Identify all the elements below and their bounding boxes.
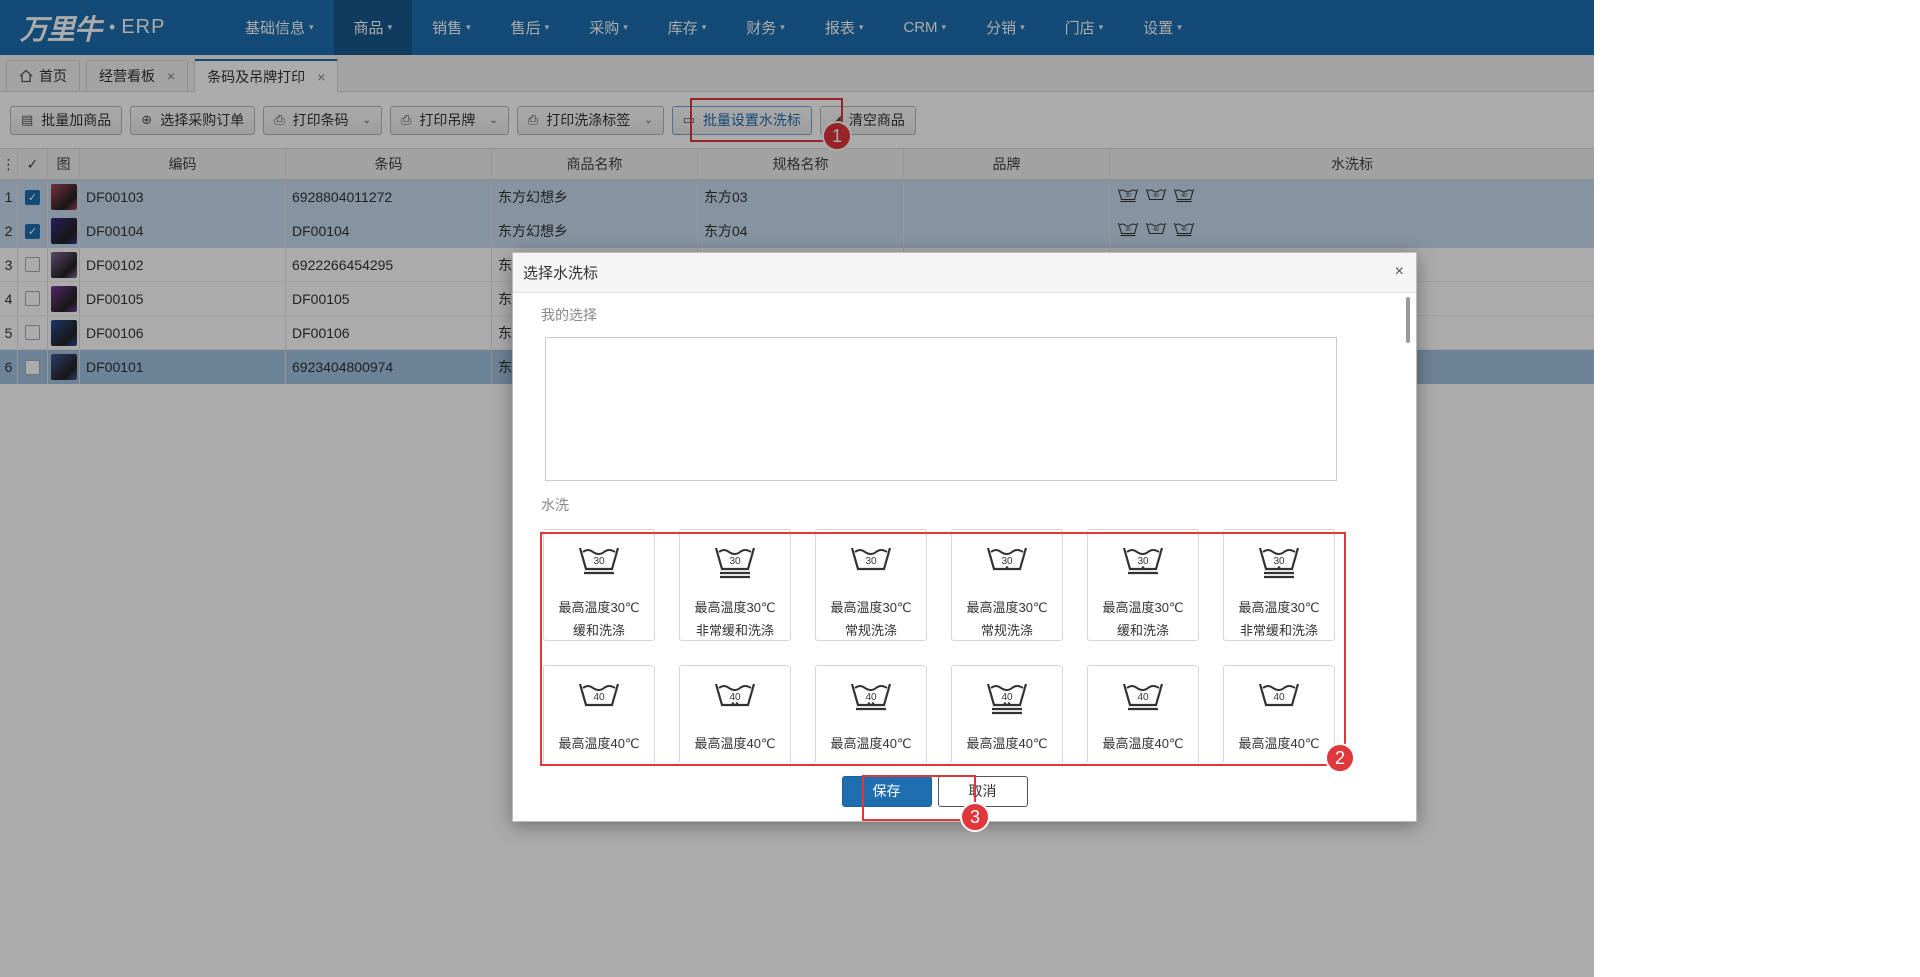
- wash-symbol-desc: 缓和洗涤: [572, 623, 625, 638]
- wash-symbol-temp: 最高温度30℃: [1102, 600, 1184, 615]
- wash-tub-icon: 30: [985, 542, 1029, 585]
- wash-symbol-card[interactable]: 30 最高温度30℃ 常规洗涤: [815, 529, 927, 641]
- dialog-body: 我的选择 水洗 30 最高温度30℃ 缓和洗涤 30 最高温度30℃ 非常缓和洗涤…: [513, 294, 1403, 762]
- save-button[interactable]: 保存: [841, 775, 932, 807]
- my-selection-box[interactable]: [545, 337, 1337, 481]
- wash-tub-icon: 40: [1121, 678, 1165, 721]
- wash-tub-icon: 30: [849, 542, 893, 585]
- wash-tub-icon: 40: [985, 678, 1029, 721]
- wash-symbol-card[interactable]: 30 最高温度30℃ 缓和洗涤: [1087, 529, 1199, 641]
- wash-symbol-temp: 最高温度40℃: [1238, 736, 1320, 751]
- dialog-title: 选择水洗标: [523, 265, 599, 282]
- wash-symbol-desc: 常规洗涤: [980, 623, 1033, 638]
- svg-text:30: 30: [593, 556, 605, 567]
- wash-symbol-temp: 最高温度30℃: [558, 600, 640, 615]
- wash-symbol-temp: 最高温度40℃: [558, 736, 640, 751]
- svg-text:30: 30: [1137, 556, 1149, 567]
- my-selection-label: 我的选择: [541, 307, 597, 323]
- wash-symbol-desc: 非常缓和洗涤: [1239, 623, 1318, 638]
- wash-symbol-card[interactable]: 30 最高温度30℃ 常规洗涤: [951, 529, 1063, 641]
- dialog-scrollbar[interactable]: [1406, 297, 1410, 343]
- svg-text:30: 30: [1001, 556, 1013, 567]
- cancel-button[interactable]: 取消: [937, 775, 1028, 807]
- svg-text:30: 30: [865, 556, 877, 567]
- close-icon[interactable]: ×: [1395, 263, 1404, 281]
- wash-symbol-card[interactable]: 30 最高温度30℃ 缓和洗涤: [543, 529, 655, 641]
- wash-symbol-card[interactable]: 40 最高温度40℃: [1087, 665, 1199, 762]
- wash-tub-icon: 30: [1257, 542, 1301, 585]
- annotation-badge-2: 2: [1325, 743, 1355, 773]
- wash-symbol-card[interactable]: 40 最高温度40℃: [815, 665, 927, 762]
- svg-text:40: 40: [1137, 692, 1149, 703]
- wash-symbol-card[interactable]: 30 最高温度30℃ 非常缓和洗涤: [679, 529, 791, 641]
- wash-symbol-desc: 常规洗涤: [844, 623, 897, 638]
- svg-text:40: 40: [729, 692, 741, 703]
- wash-tub-icon: 40: [577, 678, 621, 721]
- app-root: 万里牛 • ERP 基础信息 ▾ 商品 ▾ 销售 ▾ 售后 ▾ 采购 ▾ 库存 ▾ 财务 ▾ 报表 ▾ CRM ▾…: [0, 0, 1594, 977]
- dialog-header: 选择水洗标: [513, 253, 1416, 293]
- wash-symbol-card[interactable]: 40 最高温度40℃: [543, 665, 655, 762]
- wash-symbol-temp: 最高温度30℃: [1238, 600, 1320, 615]
- wash-symbol-card[interactable]: 40 最高温度40℃: [1223, 665, 1335, 762]
- svg-text:40: 40: [1001, 692, 1013, 703]
- wash-section-header: 水洗: [541, 495, 1403, 515]
- wash-tub-icon: 40: [713, 678, 757, 721]
- wash-symbol-temp: 最高温度40℃: [830, 736, 912, 751]
- svg-text:40: 40: [593, 692, 605, 703]
- svg-text:40: 40: [1273, 692, 1285, 703]
- wash-symbol-card[interactable]: 40 最高温度40℃: [679, 665, 791, 762]
- wash-tub-icon: 40: [849, 678, 893, 721]
- wash-symbol-desc: 非常缓和洗涤: [695, 623, 774, 638]
- wash-symbol-card[interactable]: 40 最高温度40℃: [951, 665, 1063, 762]
- svg-text:40: 40: [865, 692, 877, 703]
- wash-section-label: 水洗: [541, 497, 569, 513]
- wash-tub-icon: 40: [1257, 678, 1301, 721]
- wash-symbol-grid: 30 最高温度30℃ 缓和洗涤 30 最高温度30℃ 非常缓和洗涤 30 最高温度3…: [543, 529, 1403, 762]
- annotation-badge-3: 3: [960, 802, 990, 832]
- svg-text:30: 30: [729, 556, 741, 567]
- wash-symbol-temp: 最高温度40℃: [694, 736, 776, 751]
- svg-text:30: 30: [1273, 556, 1285, 567]
- wash-tub-icon: 30: [1121, 542, 1165, 585]
- wash-symbol-temp: 最高温度30℃: [830, 600, 912, 615]
- wash-symbol-desc: 缓和洗涤: [1116, 623, 1169, 638]
- wash-symbol-card[interactable]: 30 最高温度30℃ 非常缓和洗涤: [1223, 529, 1335, 641]
- wash-label-dialog: 选择水洗标 × 我的选择 水洗 30 最高温度30℃ 缓和洗涤 30 最高温度30…: [512, 252, 1417, 822]
- wash-symbol-temp: 最高温度30℃: [694, 600, 776, 615]
- wash-tub-icon: 30: [577, 542, 621, 585]
- wash-symbol-temp: 最高温度30℃: [966, 600, 1048, 615]
- wash-symbol-temp: 最高温度40℃: [966, 736, 1048, 751]
- wash-tub-icon: 30: [713, 542, 757, 585]
- wash-symbol-temp: 最高温度40℃: [1102, 736, 1184, 751]
